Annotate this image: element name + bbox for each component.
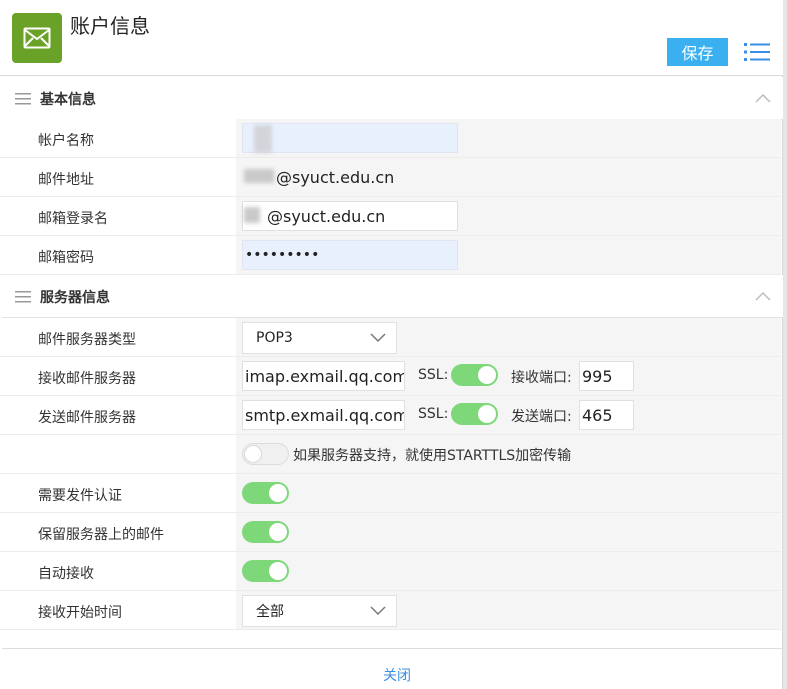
- page-title: 账户信息: [70, 14, 150, 38]
- auth-toggle[interactable]: [242, 482, 289, 504]
- row-password: 邮箱密码 •••••••••: [0, 236, 781, 275]
- section-server-header[interactable]: 服务器信息: [2, 275, 783, 318]
- chevron-up-icon[interactable]: [755, 289, 771, 301]
- row-server-type: 邮件服务器类型 POP3: [0, 318, 781, 357]
- row-login: 邮箱登录名 @syuct.edu.cn: [0, 197, 781, 236]
- account-info-window: 账户信息 保存 基本信息 帐户名称 邮件地址 @syuct.edu.cn 邮箱登…: [0, 0, 783, 689]
- account-name-label: 帐户名称: [38, 133, 94, 149]
- email-label: 邮件地址: [38, 172, 94, 188]
- starttls-toggle[interactable]: [242, 443, 289, 465]
- incoming-host-input[interactable]: imap.exmail.qq.com: [242, 361, 405, 391]
- redacted-mask: [254, 125, 272, 153]
- save-button[interactable]: 保存: [667, 38, 728, 66]
- password-label: 邮箱密码: [38, 250, 94, 266]
- server-type-label: 邮件服务器类型: [38, 332, 136, 348]
- keep-mail-label: 保留服务器上的邮件: [38, 527, 164, 543]
- footer-divider: [2, 648, 783, 649]
- start-time-label: 接收开始时间: [38, 605, 122, 621]
- redacted-mask: [244, 207, 260, 223]
- keep-mail-toggle[interactable]: [242, 521, 289, 543]
- row-auth: 需要发件认证: [0, 474, 781, 513]
- auto-receive-label: 自动接收: [38, 566, 94, 582]
- header: 账户信息 保存: [0, 0, 783, 76]
- row-incoming: 接收邮件服务器 imap.exmail.qq.com SSL: 接收端口: 99…: [0, 357, 781, 396]
- outgoing-ssl-toggle[interactable]: [451, 403, 498, 425]
- outgoing-label: 发送邮件服务器: [38, 410, 136, 426]
- login-input[interactable]: @syuct.edu.cn: [242, 201, 458, 231]
- section-menu-icon: [15, 290, 31, 303]
- outgoing-port-label: 发送端口:: [511, 409, 572, 425]
- window-edge: [783, 0, 787, 689]
- incoming-ssl-toggle[interactable]: [451, 364, 498, 386]
- start-time-value: 全部: [256, 604, 284, 620]
- incoming-port-input[interactable]: 995: [579, 361, 634, 391]
- mail-icon: [12, 13, 62, 63]
- row-starttls: 如果服务器支持，就使用STARTTLS加密传输: [0, 435, 781, 474]
- login-label: 邮箱登录名: [38, 211, 108, 227]
- row-email: 邮件地址 @syuct.edu.cn: [0, 158, 781, 197]
- chevron-up-icon[interactable]: [755, 91, 771, 103]
- section-basic-header[interactable]: 基本信息: [2, 77, 783, 120]
- row-outgoing: 发送邮件服务器 smtp.exmail.qq.com SSL: 发送端口: 46…: [0, 396, 781, 435]
- start-time-select[interactable]: 全部: [242, 595, 397, 627]
- row-account-name: 帐户名称: [0, 119, 781, 158]
- account-name-input[interactable]: [242, 123, 458, 153]
- redacted-mask: [244, 169, 274, 183]
- list-menu-icon[interactable]: [744, 42, 770, 62]
- section-menu-icon: [15, 92, 31, 105]
- close-link[interactable]: 关闭: [383, 665, 411, 685]
- chevron-down-icon: [370, 606, 386, 616]
- outgoing-ssl-label: SSL:: [418, 406, 449, 422]
- server-type-value: POP3: [256, 330, 293, 346]
- incoming-ssl-label: SSL:: [418, 367, 449, 383]
- row-start-time: 接收开始时间 全部: [0, 591, 781, 630]
- section-server-title: 服务器信息: [40, 290, 110, 306]
- incoming-port-label: 接收端口:: [511, 370, 572, 386]
- chevron-down-icon: [370, 333, 386, 343]
- incoming-label: 接收邮件服务器: [38, 371, 136, 387]
- password-input[interactable]: •••••••••: [242, 240, 458, 270]
- auth-label: 需要发件认证: [38, 488, 122, 504]
- server-type-select[interactable]: POP3: [242, 322, 397, 354]
- outgoing-port-input[interactable]: 465: [579, 400, 634, 430]
- outgoing-host-input[interactable]: smtp.exmail.qq.com: [242, 400, 405, 430]
- auto-receive-toggle[interactable]: [242, 560, 289, 582]
- section-basic-title: 基本信息: [40, 92, 96, 108]
- email-value: @syuct.edu.cn: [276, 168, 395, 187]
- row-auto-receive: 自动接收: [0, 552, 781, 591]
- row-keep-mail: 保留服务器上的邮件: [0, 513, 781, 552]
- starttls-label: 如果服务器支持，就使用STARTTLS加密传输: [293, 448, 572, 464]
